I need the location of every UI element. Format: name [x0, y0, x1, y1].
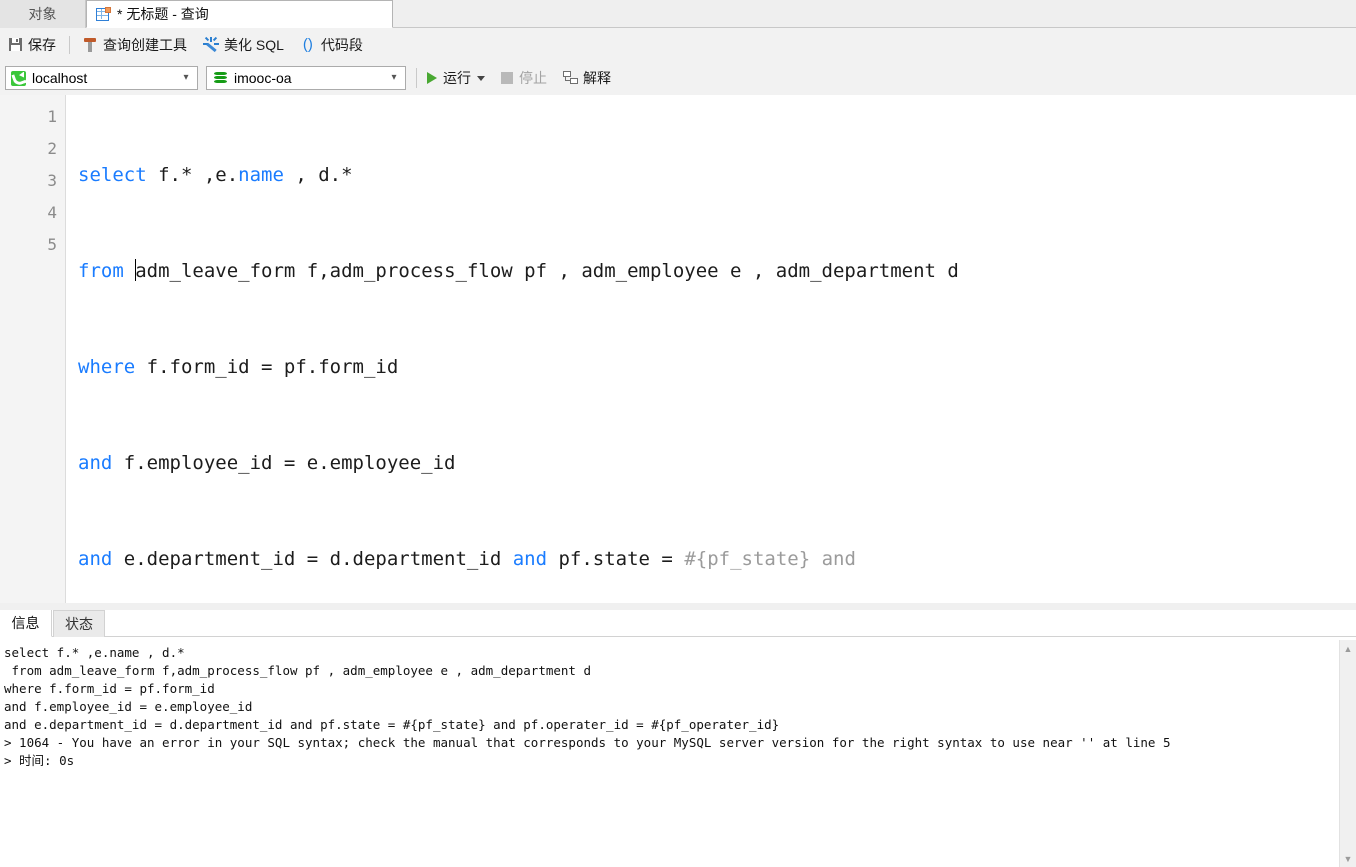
query-builder-button[interactable]: 查询创建工具 — [75, 28, 195, 61]
scrollbar-track[interactable] — [1340, 657, 1356, 850]
code-line-3: where f.form_id = pf.form_id — [78, 356, 399, 378]
beautify-sql-button[interactable]: 美化 SQL — [195, 28, 292, 61]
connection-value: localhost — [32, 70, 88, 86]
scroll-down-icon[interactable]: ▼ — [1340, 850, 1356, 867]
navicat-query-window: 对象 * 无标题 - 查询 保存 查询创建工具 美化 SQL () 代码段 lo… — [0, 0, 1356, 867]
output-line: where f.form_id = pf.form_id — [4, 681, 215, 696]
code-snippet-label: 代码段 — [320, 36, 363, 53]
tab-status-label: 状态 — [65, 616, 93, 632]
line-number: 5 — [47, 235, 57, 254]
line-number: 3 — [47, 171, 57, 190]
tab-query-untitled[interactable]: * 无标题 - 查询 — [86, 0, 393, 28]
toolbar-divider-1 — [69, 35, 70, 54]
line-number: 1 — [47, 107, 57, 126]
line-number: 4 — [47, 203, 57, 222]
database-select[interactable]: imooc-oa ▾ — [206, 66, 406, 90]
line-number-gutter: 1 2 3 4 5 — [0, 95, 66, 603]
sparkle-icon — [203, 36, 219, 53]
output-line: and f.employee_id = e.employee_id — [4, 699, 253, 714]
mysql-connection-icon — [11, 70, 26, 86]
sql-editor[interactable]: 1 2 3 4 5 select f.* ,e.name , d.* from … — [0, 95, 1356, 603]
code-line-2: from adm_leave_form f,adm_process_flow p… — [78, 259, 959, 282]
parentheses-icon: () — [302, 36, 313, 53]
output-log: select f.* ,e.name , d.* from adm_leave_… — [4, 644, 1338, 770]
save-button[interactable]: 保存 — [0, 28, 64, 61]
beautify-sql-label: 美化 SQL — [224, 36, 284, 53]
output-time-line: > 时间: 0s — [4, 753, 75, 768]
query-builder-icon — [83, 37, 98, 53]
run-button[interactable]: 运行 — [421, 61, 491, 95]
scroll-up-icon[interactable]: ▲ — [1340, 640, 1356, 657]
tab-object[interactable]: 对象 — [0, 0, 86, 28]
tab-object-label: 对象 — [28, 6, 57, 22]
connection-bar: localhost ▾ imooc-oa ▾ 运行 停止 解释 — [0, 61, 1356, 95]
query-builder-label: 查询创建工具 — [103, 36, 187, 53]
output-line: select f.* ,e.name , d.* — [4, 645, 185, 660]
run-label: 运行 — [443, 70, 471, 86]
tab-query-label: * 无标题 - 查询 — [117, 6, 209, 22]
query-tab-icon — [96, 6, 111, 22]
save-label: 保存 — [28, 36, 56, 53]
output-error-line: > 1064 - You have an error in your SQL s… — [4, 735, 1171, 750]
connection-select[interactable]: localhost ▾ — [5, 66, 198, 90]
save-icon — [8, 37, 23, 52]
tab-info[interactable]: 信息 — [0, 610, 52, 637]
code-line-5: and e.department_id = d.department_id an… — [78, 548, 856, 570]
main-tab-bar: 对象 * 无标题 - 查询 — [0, 0, 1356, 28]
explain-button[interactable]: 解释 — [557, 61, 617, 95]
line-number: 2 — [47, 139, 57, 158]
chevron-down-icon[interactable]: ▾ — [175, 67, 197, 89]
chevron-down-icon[interactable]: ▾ — [383, 67, 405, 89]
stop-icon — [501, 72, 513, 84]
database-icon — [213, 71, 228, 86]
output-line: and e.department_id = d.department_id an… — [4, 717, 780, 732]
stop-label: 停止 — [519, 70, 547, 86]
editor-toolbar: 保存 查询创建工具 美化 SQL () 代码段 — [0, 28, 1356, 61]
stop-button: 停止 — [495, 61, 553, 95]
sql-code-area[interactable]: select f.* ,e.name , d.* from adm_leave_… — [78, 95, 1356, 603]
code-line-4: and f.employee_id = e.employee_id — [78, 452, 456, 474]
connection-bar-divider — [416, 68, 417, 88]
code-snippet-button[interactable]: () 代码段 — [292, 28, 371, 61]
output-vertical-scrollbar[interactable]: ▲ ▼ — [1339, 640, 1356, 867]
database-value: imooc-oa — [234, 70, 292, 86]
code-line-1: select f.* ,e.name , d.* — [78, 164, 353, 186]
play-icon — [427, 72, 437, 84]
tab-status[interactable]: 状态 — [53, 610, 105, 637]
output-pane[interactable]: select f.* ,e.name , d.* from adm_leave_… — [0, 637, 1356, 867]
tab-info-label: 信息 — [11, 615, 40, 631]
explain-icon — [563, 71, 579, 85]
output-line: from adm_leave_form f,adm_process_flow p… — [4, 663, 591, 678]
explain-label: 解释 — [583, 70, 611, 86]
output-tab-bar: 信息 状态 — [0, 610, 1356, 637]
run-dropdown-caret-icon[interactable] — [477, 75, 485, 81]
panel-splitter[interactable] — [0, 603, 1356, 610]
text-cursor — [135, 259, 137, 281]
